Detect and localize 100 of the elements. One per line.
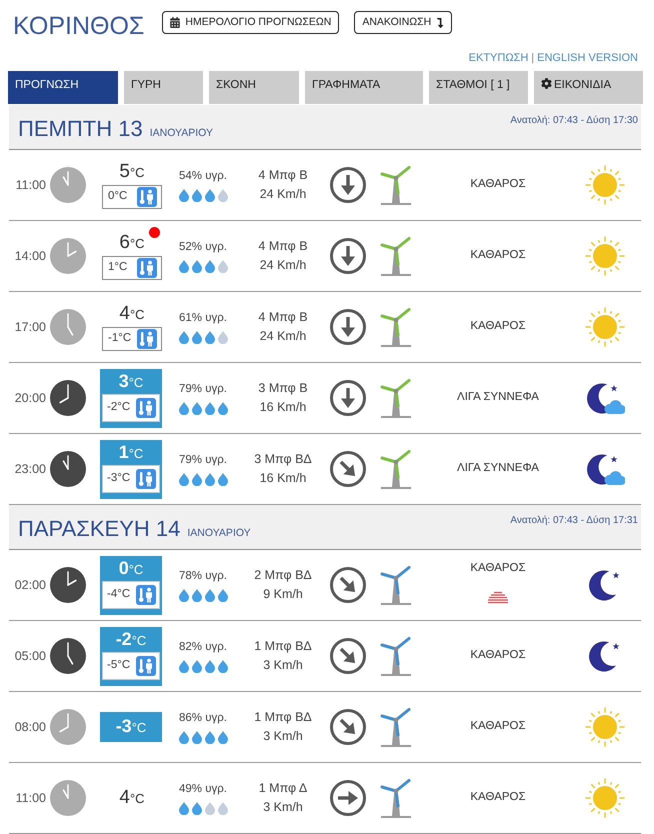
droplet-icon [204, 473, 214, 486]
condition-label: ΚΑΘΑΡΟΣ [470, 648, 526, 664]
humidity-label: 61% υγρ. [179, 311, 227, 326]
tab[interactable]: ΣΤΑΘΜΟΙ [ 1 ] [429, 71, 528, 104]
droplet-icon [204, 660, 214, 673]
wind-speed: 3 Km/h [263, 799, 303, 816]
wind-speed: 9 Km/h [263, 586, 303, 603]
feels-like-temperature: -3°C [107, 470, 130, 486]
droplet-icon [204, 402, 214, 415]
wind-force: 3 Μπφ Β [258, 380, 308, 397]
droplet-icon [178, 331, 188, 344]
wind-speed: 3 Km/h [263, 728, 303, 745]
droplet-icon [204, 589, 214, 602]
wind-speed: 16 Km/h [260, 470, 306, 487]
feels-like-temperature: -5°C [107, 658, 130, 673]
droplet-icon [218, 331, 228, 344]
wind-force: 3 Μπφ ΒΔ [254, 451, 312, 468]
condition-label: ΚΑΘΑΡΟΣ [470, 319, 526, 334]
feels-like-temperature: -4°C [107, 586, 130, 602]
wind-force: 1 Μπφ ΒΔ [254, 709, 312, 726]
feels-like-temperature: 0°C [108, 189, 128, 204]
thermometer-person-icon [136, 584, 156, 604]
droplet-icon [178, 260, 188, 273]
tab[interactable]: ΓΡΑΦΗΜΑΤΑ [305, 71, 423, 104]
temperature: 3°C [118, 370, 144, 392]
thermometer-person-icon [137, 258, 157, 278]
day-title: ΠΑΡΑΣΚΕΥΗ 14 [18, 515, 180, 542]
feels-like-temperature: -1°C [108, 331, 132, 346]
droplet-icon [192, 731, 202, 744]
thermometer-person-icon [137, 329, 157, 349]
wind-speed: 24 Km/h [260, 186, 306, 203]
temperature: 1°C [118, 440, 144, 464]
humidity-label: 86% υγρ. [179, 711, 227, 726]
wind-force: 1 Μπφ ΒΔ [254, 638, 312, 655]
droplet-icon [178, 731, 188, 744]
droplet-icon [192, 331, 202, 344]
droplet-icon [218, 802, 228, 815]
month-label: ΙΑΝΟΥΑΡΙΟΥ [187, 526, 251, 541]
thermometer-person-icon [136, 398, 156, 418]
humidity-label: 49% υγρ. [179, 782, 227, 797]
wind-speed: 24 Km/h [260, 328, 306, 345]
calendar-icon [170, 17, 180, 28]
humidity-label: 54% υγρ. [179, 169, 227, 184]
time-label: 14:00 [14, 248, 46, 265]
droplet-icon [204, 331, 214, 344]
condition-label: ΛΙΓΑ ΣΥΝΝΕΦΑ [457, 461, 539, 476]
wind-speed: 24 Km/h [260, 257, 306, 274]
humidity-label: 52% υγρ. [179, 240, 227, 255]
droplet-icon [204, 731, 214, 744]
month-label: ΙΑΝΟΥΑΡΙΟΥ [150, 126, 214, 141]
temperature: -2°C [114, 628, 148, 650]
sun-times: Ανατολή: 07:43 - Δύση 17:31 [510, 515, 638, 527]
droplet-icon [204, 260, 214, 273]
tab[interactable]: ΠΡΟΓΝΩΣΗ [8, 71, 118, 104]
tab[interactable]: ΕΙΚΟΝΙΔΙΑ [534, 71, 643, 104]
time-label: 02:00 [14, 576, 46, 594]
feels-like-temperature: -2°C [107, 400, 130, 415]
temperature: -3°C [114, 715, 148, 738]
droplet-icon [204, 189, 214, 202]
condition-label: ΚΑΘΑΡΟΣ [470, 790, 526, 806]
condition-label: ΚΑΘΑΡΟΣ [470, 561, 526, 576]
thermometer-person-icon [136, 468, 156, 488]
humidity-label: 78% υγρ. [179, 569, 227, 584]
time-label: 20:00 [14, 390, 46, 407]
time-label: 11:00 [14, 790, 46, 807]
temperature: 6°C [118, 232, 146, 255]
droplet-icon [178, 589, 188, 602]
thermometer-person-icon [137, 187, 157, 207]
humidity-label: 82% υγρ. [179, 640, 227, 655]
condition-label: ΛΙΓΑ ΣΥΝΝΕΦΑ [457, 390, 539, 406]
wind-force: 1 Μπφ Δ [258, 780, 308, 797]
tab[interactable]: ΣΚΟΝΗ [209, 71, 299, 104]
droplet-icon [192, 189, 202, 202]
corner-arrow-icon [436, 18, 444, 28]
droplet-icon [178, 189, 188, 202]
droplet-icon [218, 473, 228, 486]
droplet-icon [218, 189, 228, 202]
calendar-button[interactable]: ΗΜΕΡΟΛΟΓΙΟ ΠΡΟΓΝΩΣΕΩΝ [162, 11, 340, 34]
droplet-icon [178, 660, 188, 673]
thermometer-person-icon [136, 656, 156, 676]
time-label: 23:00 [14, 460, 46, 478]
wind-force: 4 Μπφ Β [258, 167, 308, 184]
tab[interactable]: ΓΥΡΗ [124, 71, 203, 104]
link-separator: | [531, 51, 534, 66]
droplet-icon [218, 731, 228, 744]
droplet-icon [218, 589, 228, 602]
droplet-icon [218, 260, 228, 273]
humidity-label: 79% υγρ. [179, 382, 227, 397]
announcement-button[interactable]: ΑΝΑΚΟΙΝΩΣΗ [354, 11, 452, 34]
time-label: 05:00 [14, 648, 46, 665]
city-title: ΚΟΡΙΝΘΟΣ [13, 11, 144, 42]
droplet-icon [178, 802, 188, 815]
droplet-icon [192, 260, 202, 273]
droplet-icon [204, 802, 214, 815]
droplet-icon [218, 660, 228, 673]
time-label: 08:00 [14, 718, 46, 736]
time-label: 17:00 [14, 318, 46, 336]
wind-force: 4 Μπφ Β [258, 309, 308, 326]
wind-speed: 16 Km/h [260, 399, 306, 416]
temperature: 4°C [118, 303, 146, 326]
